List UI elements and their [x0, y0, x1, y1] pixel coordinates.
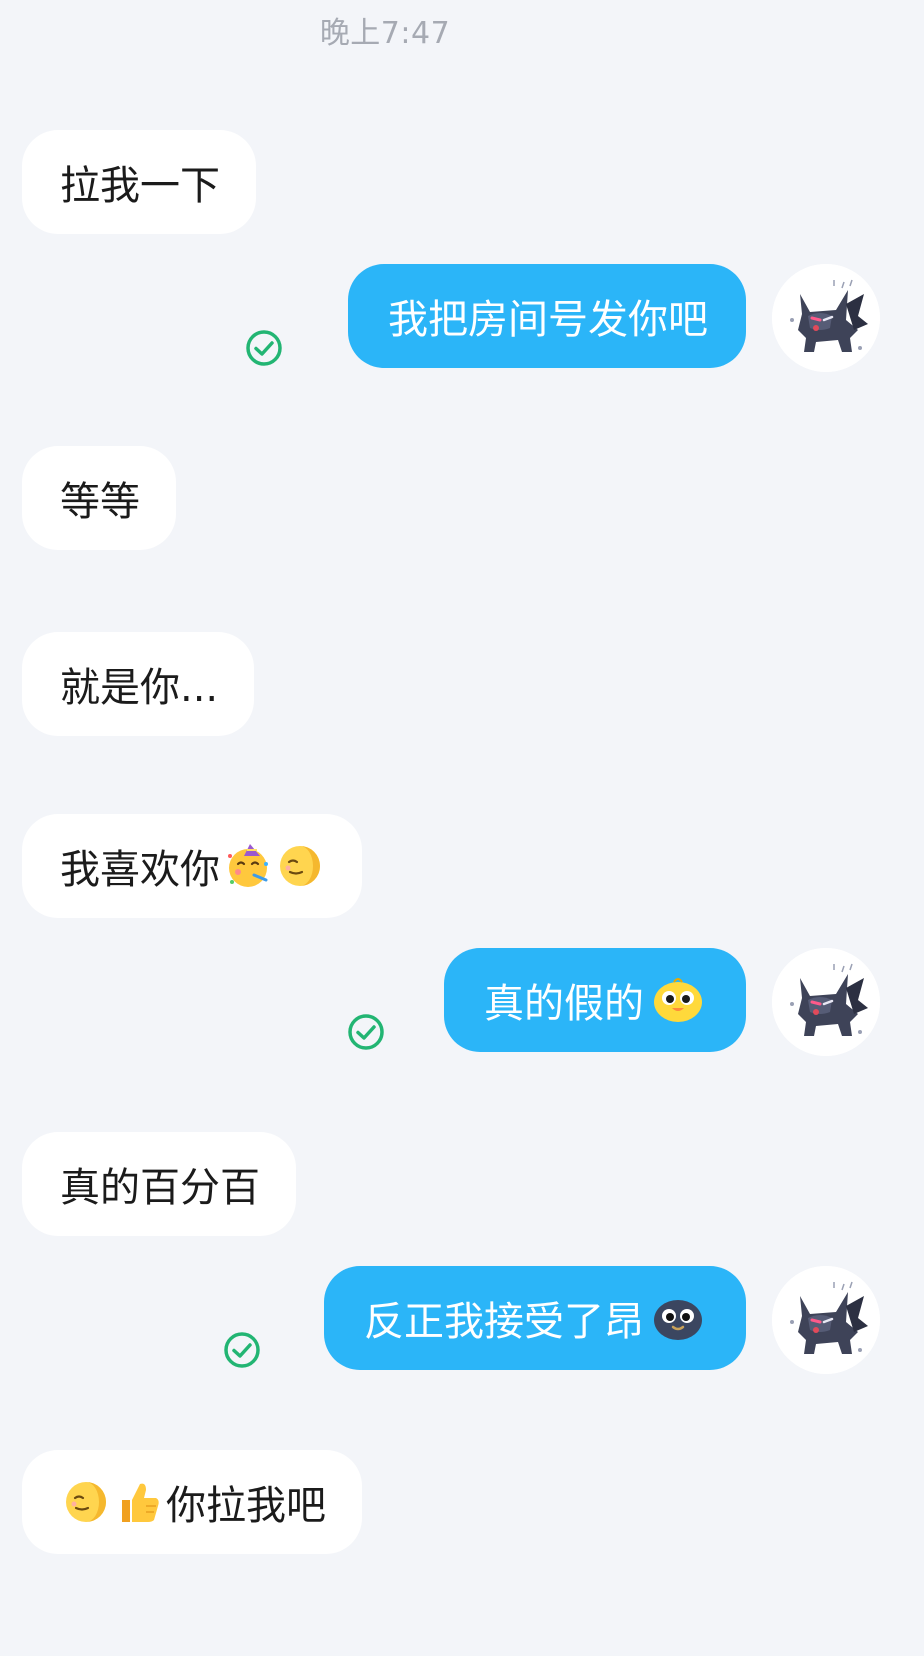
- partying-face-emoji: [224, 842, 272, 890]
- yellow-chick-emoji: [650, 976, 706, 1024]
- thumbs-up-emoji: [114, 1478, 162, 1526]
- message-text: 就是你...: [60, 665, 219, 711]
- incoming-message-bubble[interactable]: 我喜欢你: [22, 814, 362, 918]
- message-text: 我喜欢你: [60, 847, 220, 893]
- message-text: 你拉我吧: [166, 1483, 326, 1529]
- message-text: 真的假的: [484, 981, 644, 1027]
- message-text: 真的百分百: [60, 1165, 260, 1211]
- read-check-icon: [244, 328, 284, 368]
- incoming-message-bubble[interactable]: 真的百分百: [22, 1132, 296, 1236]
- incoming-message-bubble[interactable]: 就是你...: [22, 632, 255, 736]
- outgoing-message-bubble[interactable]: 我把房间号发你吧: [348, 264, 746, 368]
- incoming-message-bubble[interactable]: 等等: [22, 446, 176, 550]
- incoming-message-bubble[interactable]: 你拉我吧: [22, 1450, 362, 1554]
- dark-blob-emoji: [650, 1294, 706, 1342]
- message-text: 我把房间号发你吧: [388, 297, 708, 343]
- message-text: 拉我一下: [60, 163, 220, 209]
- smirking-moon-emoji: [276, 842, 324, 890]
- incoming-message-bubble[interactable]: 拉我一下: [22, 130, 256, 234]
- outgoing-message-bubble[interactable]: 真的假的: [444, 948, 746, 1052]
- dark-cat-avatar-icon[interactable]: [772, 1266, 880, 1374]
- smirking-moon-emoji: [62, 1478, 110, 1526]
- dark-cat-avatar-icon[interactable]: [772, 264, 880, 372]
- timestamp: 晚上7:47: [319, 16, 451, 51]
- read-check-icon: [222, 1330, 262, 1370]
- dark-cat-avatar-icon[interactable]: [772, 948, 880, 1056]
- read-check-icon: [346, 1012, 386, 1052]
- message-text: 等等: [60, 479, 140, 525]
- outgoing-message-bubble[interactable]: 反正我接受了昂: [324, 1266, 746, 1370]
- message-text: 反正我接受了昂: [364, 1299, 644, 1345]
